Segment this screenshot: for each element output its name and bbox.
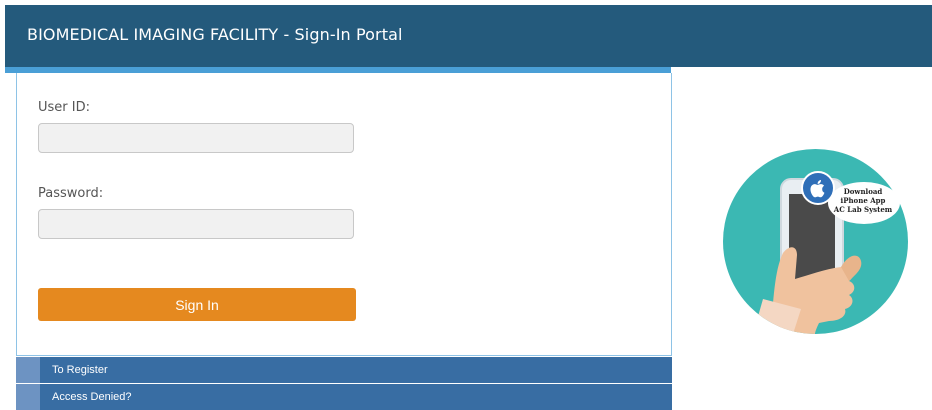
user-id-label: User ID: — [38, 100, 90, 115]
sign-in-panel: User ID: Password: Sign In — [16, 73, 672, 356]
promo-line: iPhone App — [840, 196, 886, 205]
nav-marker — [16, 384, 40, 410]
nav-item-access-denied[interactable]: Access Denied? — [16, 384, 672, 410]
sign-in-button[interactable]: Sign In — [38, 288, 356, 321]
nav-item-label: To Register — [52, 364, 108, 376]
user-id-input[interactable] — [38, 123, 354, 153]
promo-text: Download iPhone App AC Lab System — [833, 187, 893, 214]
apple-icon — [801, 171, 835, 205]
password-input[interactable] — [38, 209, 354, 239]
promo-line: Download — [843, 187, 883, 196]
promo-line: AC Lab System — [833, 205, 893, 214]
header-bar: BIOMEDICAL IMAGING FACILITY - Sign-In Po… — [5, 5, 932, 67]
nav-item-to-register[interactable]: To Register — [16, 357, 672, 383]
nav-marker — [16, 357, 40, 383]
password-label: Password: — [38, 186, 104, 201]
nav-item-label: Access Denied? — [52, 391, 132, 403]
page-title: BIOMEDICAL IMAGING FACILITY - Sign-In Po… — [27, 25, 403, 44]
